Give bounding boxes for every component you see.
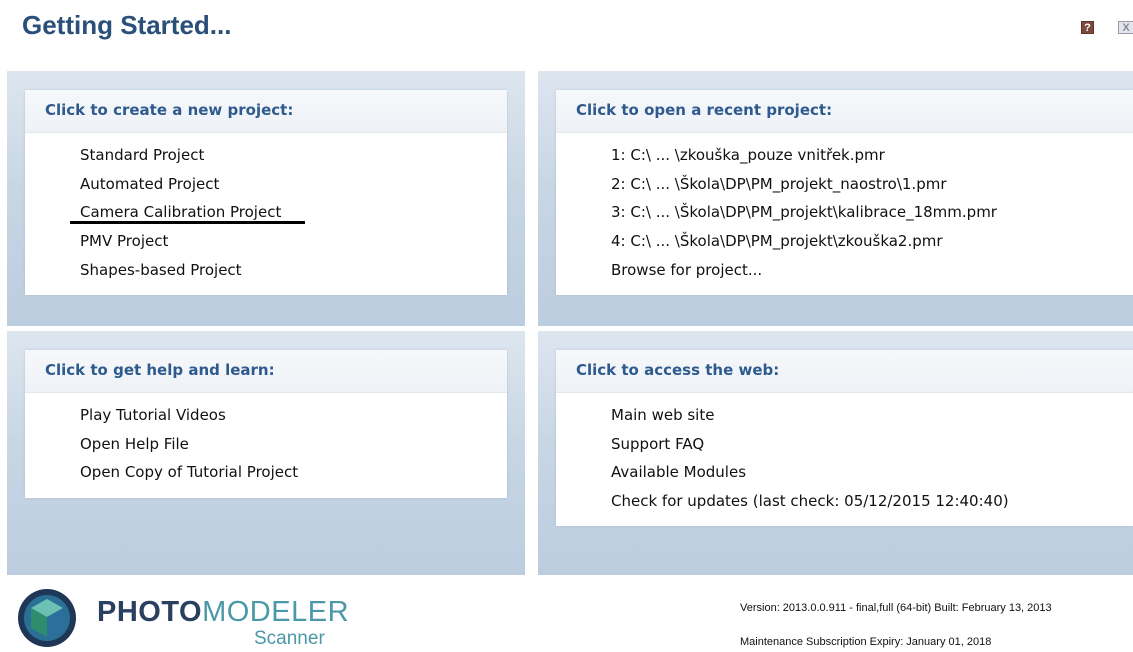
pmv-project-link[interactable]: PMV Project [80, 231, 168, 251]
close-button[interactable]: X [1118, 21, 1133, 34]
recent-project-title: Click to open a recent project: [576, 101, 833, 119]
recent-project-3-link[interactable]: 3: C:\ ... \Škola\DP\PM_projekt\kalibrac… [611, 202, 997, 222]
web-header: Click to access the web: [556, 350, 1133, 393]
version-text: Version: 2013.0.0.911 - final,full (64-b… [740, 602, 1052, 614]
recent-project-1-link[interactable]: 1: C:\ ... \zkouška_pouze vnitřek.pmr [611, 145, 885, 165]
check-updates-link[interactable]: Check for updates (last check: 05/12/201… [611, 491, 1009, 511]
annotation-underline [70, 221, 305, 224]
brand-name: PHOTOMODELER [97, 596, 349, 628]
help-learn-card: Click to get help and learn: Play Tutori… [25, 350, 507, 498]
help-learn-title: Click to get help and learn: [45, 361, 275, 379]
recent-project-header: Click to open a recent project: [556, 90, 1133, 133]
maintenance-text: Maintenance Subscription Expiry: January… [740, 636, 992, 648]
web-panel: Click to access the web: Main web site S… [538, 331, 1133, 575]
shapes-based-project-link[interactable]: Shapes-based Project [80, 260, 242, 280]
open-tutorial-project-link[interactable]: Open Copy of Tutorial Project [80, 462, 298, 482]
new-project-card: Click to create a new project: Standard … [25, 90, 507, 295]
automated-project-link[interactable]: Automated Project [80, 174, 219, 194]
photomodeler-logo-icon [18, 589, 76, 647]
new-project-header: Click to create a new project: [25, 90, 507, 133]
play-tutorial-videos-link[interactable]: Play Tutorial Videos [80, 405, 226, 425]
standard-project-link[interactable]: Standard Project [80, 145, 204, 165]
available-modules-link[interactable]: Available Modules [611, 462, 746, 482]
support-faq-link[interactable]: Support FAQ [611, 434, 704, 454]
help-learn-panel: Click to get help and learn: Play Tutori… [7, 331, 525, 575]
web-card: Click to access the web: Main web site S… [556, 350, 1133, 526]
new-project-panel: Click to create a new project: Standard … [7, 71, 525, 326]
open-help-file-link[interactable]: Open Help File [80, 434, 189, 454]
brand-subtitle: Scanner [254, 628, 325, 649]
recent-project-4-link[interactable]: 4: C:\ ... \Škola\DP\PM_projekt\zkouška2… [611, 231, 943, 251]
recent-project-panel: Click to open a recent project: 1: C:\ .… [538, 71, 1133, 326]
help-learn-header: Click to get help and learn: [25, 350, 507, 393]
browse-project-link[interactable]: Browse for project... [611, 260, 762, 280]
main-web-site-link[interactable]: Main web site [611, 405, 714, 425]
recent-project-2-link[interactable]: 2: C:\ ... \Škola\DP\PM_projekt_naostro\… [611, 174, 947, 194]
camera-calibration-project-link[interactable]: Camera Calibration Project [80, 202, 281, 222]
recent-project-card: Click to open a recent project: 1: C:\ .… [556, 90, 1133, 295]
brand-name-part2: MODELER [202, 596, 350, 628]
page-title: Getting Started... [22, 10, 232, 40]
brand-name-part1: PHOTO [97, 596, 203, 628]
web-title: Click to access the web: [576, 361, 780, 379]
help-button[interactable]: ? [1081, 21, 1094, 34]
new-project-title: Click to create a new project: [45, 101, 294, 119]
